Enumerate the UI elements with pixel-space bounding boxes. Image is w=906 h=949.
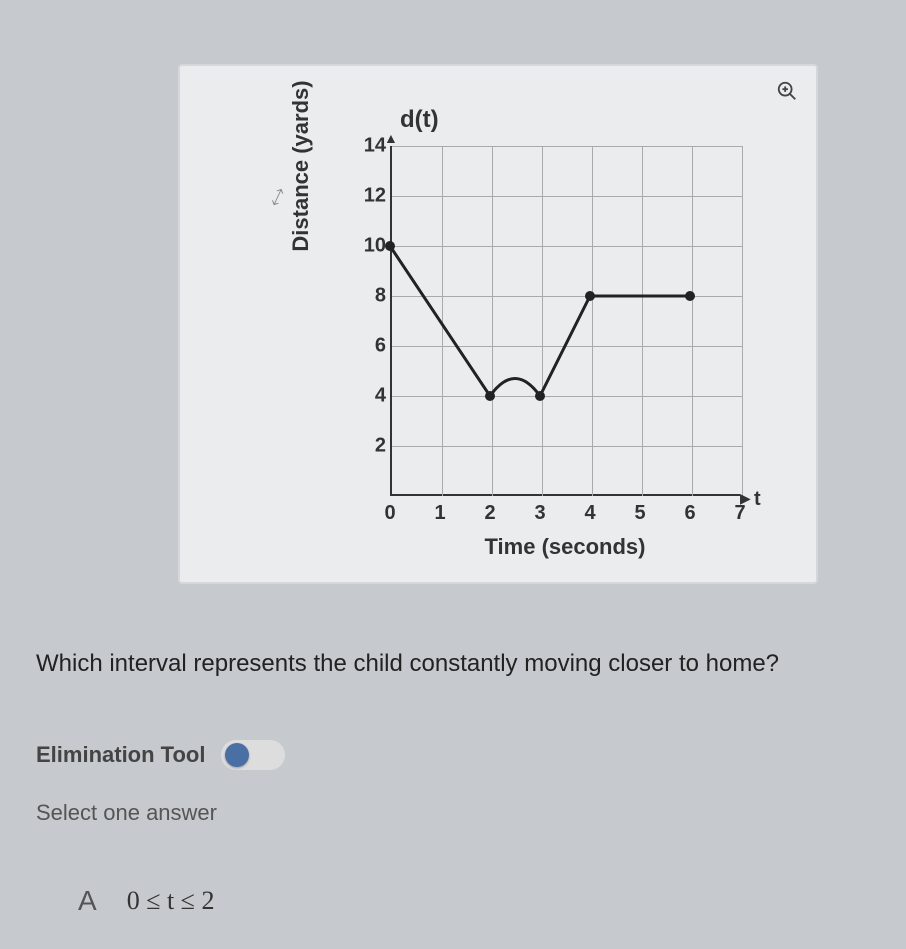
elimination-tool-label: Elimination Tool	[36, 742, 205, 768]
elimination-toggle[interactable]	[221, 740, 285, 770]
y-tick: 12	[364, 185, 386, 208]
answer-text: 0 ≤ t ≤ 2	[127, 886, 215, 916]
x-tick: 5	[634, 502, 645, 525]
question-text: Which interval represents the child cons…	[36, 650, 896, 678]
x-tick: 3	[534, 502, 545, 525]
y-tick: 2	[375, 435, 386, 458]
y-axis-arrow-icon: ▲	[384, 130, 398, 146]
x-tick: 4	[584, 502, 595, 525]
y-tick: 6	[375, 335, 386, 358]
y-tick: 14	[364, 135, 386, 158]
y-tick: 8	[375, 285, 386, 308]
x-axis-label: Time (seconds)	[390, 534, 740, 560]
chart-line	[390, 146, 740, 496]
x-tick: 2	[484, 502, 495, 525]
y-tick: 4	[375, 385, 386, 408]
select-one-prompt: Select one answer	[36, 800, 217, 826]
chart-panel: ⤢ d(t) Distance (yards)	[178, 64, 818, 584]
y-axis-label: Distance (yards)	[288, 66, 314, 266]
x-tick: 6	[684, 502, 695, 525]
y-tick: 10	[364, 235, 386, 258]
zoom-in-icon[interactable]	[776, 80, 798, 102]
elimination-tool-row: Elimination Tool	[36, 740, 285, 770]
x-axis-arrow-icon: ▶	[740, 490, 751, 507]
answer-option-a[interactable]: A 0 ≤ t ≤ 2	[78, 885, 214, 917]
x-tick: 0	[384, 502, 395, 525]
x-axis-variable: t	[754, 488, 761, 511]
answer-letter: A	[78, 885, 97, 917]
plot-area: 2 4 6 8 10 12 14 0 1 2 3 4 5 6 7	[390, 146, 740, 496]
toggle-knob	[225, 743, 249, 767]
chart-function-label: d(t)	[400, 106, 439, 134]
x-tick: 1	[434, 502, 445, 525]
